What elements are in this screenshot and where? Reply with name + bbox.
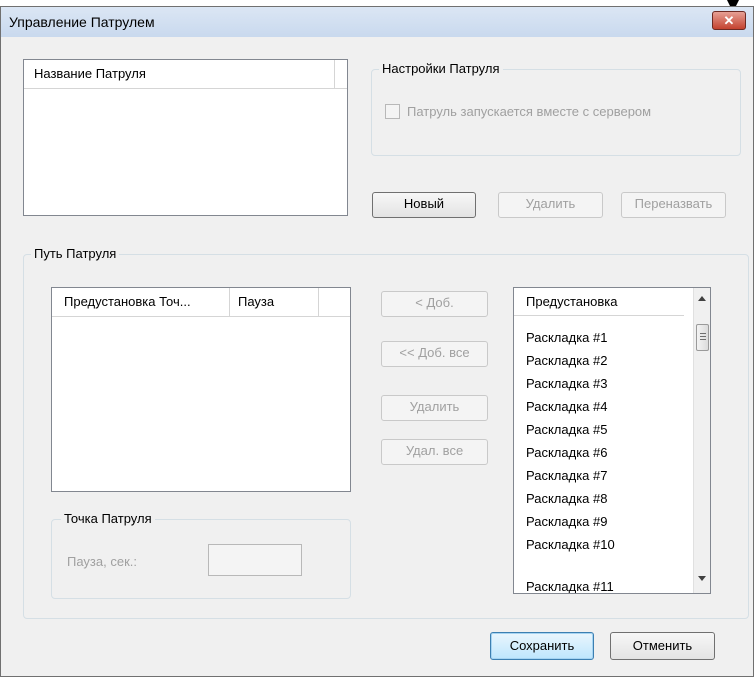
patrol-list-header[interactable]: Название Патруля	[24, 60, 347, 89]
window-title: Управление Патрулем	[9, 14, 155, 30]
scroll-down-icon[interactable]	[698, 576, 706, 581]
patrol-path-list[interactable]: Предустановка Точ... Пауза	[51, 287, 351, 492]
title-bar: Управление Патрулем ✕	[1, 7, 753, 37]
list-item[interactable]: Раскладка #11	[526, 579, 614, 593]
pause-input[interactable]	[208, 544, 302, 576]
patrol-dialog: Управление Патрулем ✕ Название Патруля Н…	[0, 6, 754, 677]
remove-button[interactable]: Удалить	[381, 395, 488, 421]
patrol-settings-label: Настройки Патруля	[379, 61, 503, 76]
remove-all-button[interactable]: Удал. все	[381, 439, 488, 465]
grip-line	[700, 336, 706, 337]
list-item[interactable]: Раскладка #6	[526, 445, 607, 460]
preset-list-header[interactable]: Предустановка	[514, 288, 684, 316]
list-item[interactable]: Раскладка #5	[526, 422, 607, 437]
grip-line	[700, 333, 706, 334]
grip-line	[700, 339, 706, 340]
scroll-up-icon[interactable]	[698, 296, 706, 301]
autostart-label: Патруль запускается вместе с сервером	[407, 104, 652, 119]
column-header-patrol-name: Название Патруля	[34, 66, 146, 81]
delete-button[interactable]: Удалить	[498, 192, 603, 218]
preset-list[interactable]: Предустановка Раскладка #1 Раскладка #2 …	[513, 287, 711, 594]
cancel-button[interactable]: Отменить	[610, 632, 715, 660]
column-divider	[229, 288, 230, 316]
list-item[interactable]: Раскладка #2	[526, 353, 607, 368]
add-button[interactable]: < Доб.	[381, 291, 488, 317]
list-item[interactable]: Раскладка #3	[526, 376, 607, 391]
column-divider	[334, 60, 335, 88]
new-button[interactable]: Новый	[372, 192, 476, 218]
pause-label: Пауза, сек.:	[67, 554, 137, 569]
close-button[interactable]: ✕	[712, 11, 746, 30]
add-all-button[interactable]: << Доб. все	[381, 341, 488, 367]
scroll-thumb[interactable]	[696, 324, 709, 351]
preset-items: Раскладка #1 Раскладка #2 Раскладка #3 Р…	[514, 317, 684, 593]
column-header-preset-point[interactable]: Предустановка Точ...	[64, 288, 191, 316]
patrol-path-header: Предустановка Точ... Пауза	[52, 288, 350, 317]
close-icon: ✕	[723, 13, 735, 28]
patrol-path-label: Путь Патруля	[31, 246, 120, 261]
list-item[interactable]: Раскладка #8	[526, 491, 607, 506]
column-header-pause[interactable]: Пауза	[238, 288, 274, 316]
list-item[interactable]: Раскладка #7	[526, 468, 607, 483]
list-item[interactable]: Раскладка #10	[526, 537, 615, 552]
column-divider	[318, 288, 319, 316]
autostart-checkbox[interactable]	[385, 104, 400, 119]
save-button[interactable]: Сохранить	[490, 632, 594, 660]
patrol-list[interactable]: Название Патруля	[23, 59, 348, 216]
list-item[interactable]: Раскладка #4	[526, 399, 607, 414]
preset-scrollbar[interactable]	[693, 288, 710, 593]
rename-button[interactable]: Переназвать	[621, 192, 726, 218]
list-item[interactable]: Раскладка #9	[526, 514, 607, 529]
patrol-point-label: Точка Патруля	[61, 511, 155, 526]
list-item[interactable]: Раскладка #1	[526, 330, 607, 345]
